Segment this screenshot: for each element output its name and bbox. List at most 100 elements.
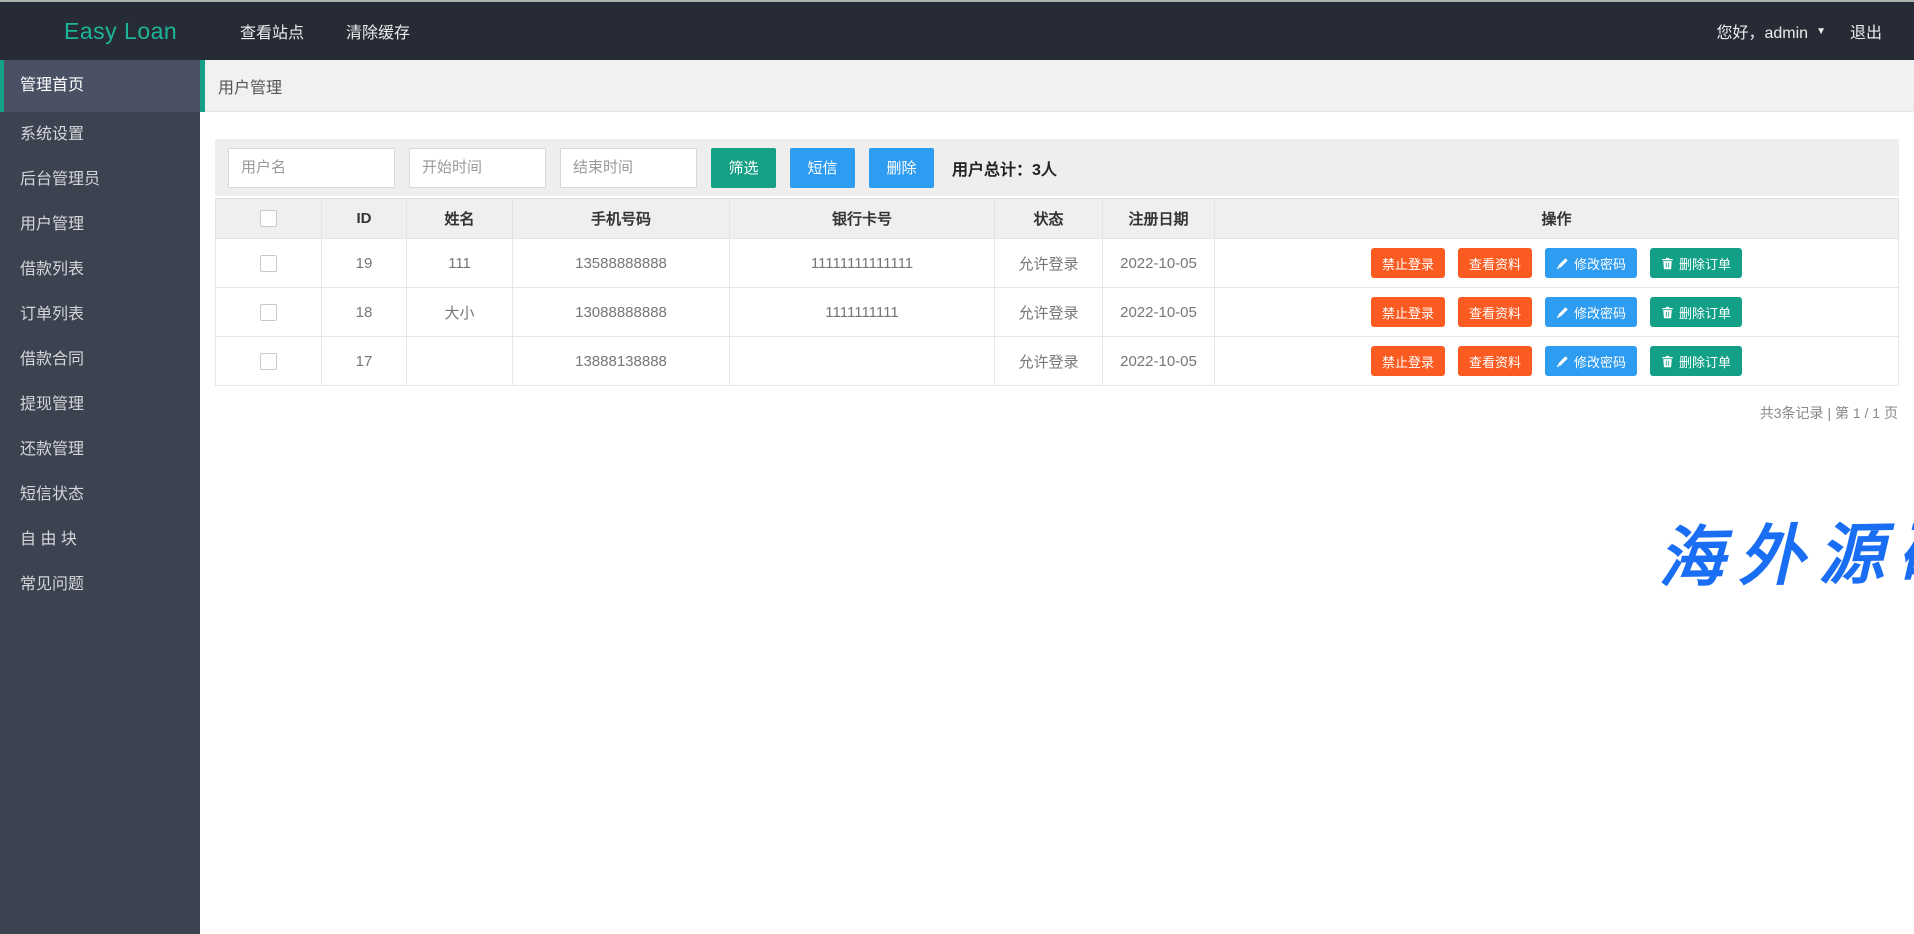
- change-password-button[interactable]: 修改密码: [1545, 346, 1637, 376]
- action-button-label: 删除订单: [1679, 352, 1731, 371]
- row-name-cell: [407, 337, 513, 386]
- row-date-cell: 2022-10-05: [1103, 337, 1215, 386]
- pencil-icon: [1556, 257, 1569, 270]
- sidebar-item-9[interactable]: 短信状态: [0, 472, 200, 517]
- sidebar-item-2[interactable]: 后台管理员: [0, 157, 200, 202]
- action-button-label: 查看资料: [1469, 303, 1521, 322]
- logo-zone: Easy Loan: [0, 18, 200, 45]
- row-id-cell: 19: [322, 239, 407, 288]
- row-checkbox[interactable]: [260, 304, 277, 321]
- row-phone-cell: 13088888888: [513, 288, 730, 337]
- username-input[interactable]: [228, 148, 395, 188]
- column-header-5: 注册日期: [1103, 199, 1215, 239]
- trash-icon: [1661, 306, 1674, 319]
- watermark-text: 海外源码: [1657, 499, 1914, 601]
- row-checkbox[interactable]: [260, 353, 277, 370]
- select-all-header-cell: [216, 199, 322, 239]
- table-header-row: ID姓名手机号码银行卡号状态注册日期操作: [216, 199, 1899, 239]
- row-bank-cell: 1111111111: [730, 288, 995, 337]
- row-actions: 禁止登录 查看资料 修改密码 删除订单: [1215, 248, 1898, 278]
- filter-button[interactable]: 筛选: [711, 148, 776, 188]
- view-profile-button[interactable]: 查看资料: [1458, 297, 1532, 327]
- pencil-icon: [1556, 355, 1569, 368]
- sms-button[interactable]: 短信: [790, 148, 855, 188]
- sidebar-item-11[interactable]: 常见问题: [0, 562, 200, 607]
- sidebar-item-8[interactable]: 还款管理: [0, 427, 200, 472]
- action-button-label: 禁止登录: [1382, 254, 1434, 273]
- action-button-label: 修改密码: [1574, 352, 1626, 371]
- delete-button[interactable]: 删除: [869, 148, 934, 188]
- row-date-cell: 2022-10-05: [1103, 288, 1215, 337]
- pencil-icon: [1556, 306, 1569, 319]
- trash-icon: [1661, 355, 1674, 368]
- action-button-label: 禁止登录: [1382, 303, 1434, 322]
- action-button-label: 修改密码: [1574, 254, 1626, 273]
- chevron-down-icon: ▼: [1816, 26, 1826, 37]
- start-time-input[interactable]: [409, 148, 546, 188]
- nav-link-view-site[interactable]: 查看站点: [240, 19, 304, 43]
- table-row: 17 13888138888 允许登录2022-10-05 禁止登录 查看资料 修改密码 删…: [216, 337, 1899, 386]
- row-status-cell: 允许登录: [995, 337, 1103, 386]
- column-header-4: 状态: [995, 199, 1103, 239]
- forbid-login-button[interactable]: 禁止登录: [1371, 346, 1445, 376]
- sidebar-nav: 管理首页系统设置后台管理员用户管理借款列表订单列表借款合同提现管理还款管理短信状…: [0, 60, 200, 934]
- sidebar-item-1[interactable]: 系统设置: [0, 112, 200, 157]
- row-select-cell: [216, 239, 322, 288]
- row-bank-cell: [730, 337, 995, 386]
- row-actions: 禁止登录 查看资料 修改密码 删除订单: [1215, 297, 1898, 327]
- view-profile-button[interactable]: 查看资料: [1458, 346, 1532, 376]
- row-id-cell: 18: [322, 288, 407, 337]
- trash-icon: [1661, 257, 1674, 270]
- navbar-right: 您好，admin ▼ 退出: [1716, 19, 1882, 43]
- top-navbar: Easy Loan 查看站点 清除缓存 您好，admin ▼ 退出: [0, 2, 1914, 60]
- row-bank-cell: 11111111111111: [730, 239, 995, 288]
- row-actions-cell: 禁止登录 查看资料 修改密码 删除订单: [1215, 288, 1899, 337]
- nav-links: 查看站点 清除缓存: [240, 19, 410, 43]
- user-menu[interactable]: 您好，admin ▼: [1716, 19, 1826, 43]
- user-table: ID姓名手机号码银行卡号状态注册日期操作 1911113588888888111…: [215, 198, 1899, 386]
- filter-toolbar: 筛选 短信 删除 用户总计：3人: [215, 139, 1899, 196]
- row-select-cell: [216, 288, 322, 337]
- delete-order-button[interactable]: 删除订单: [1650, 297, 1742, 327]
- change-password-button[interactable]: 修改密码: [1545, 297, 1637, 327]
- sidebar-item-4[interactable]: 借款列表: [0, 247, 200, 292]
- change-password-button[interactable]: 修改密码: [1545, 248, 1637, 278]
- nav-link-clear-cache[interactable]: 清除缓存: [346, 19, 410, 43]
- row-actions-cell: 禁止登录 查看资料 修改密码 删除订单: [1215, 337, 1899, 386]
- pagination-status: 共3条记录 | 第 1 / 1 页: [215, 403, 1899, 423]
- action-button-label: 修改密码: [1574, 303, 1626, 322]
- row-phone-cell: 13588888888: [513, 239, 730, 288]
- delete-order-button[interactable]: 删除订单: [1650, 346, 1742, 376]
- row-date-cell: 2022-10-05: [1103, 239, 1215, 288]
- sidebar-item-10[interactable]: 自 由 块: [0, 517, 200, 562]
- app-logo: Easy Loan: [64, 18, 177, 44]
- sidebar-item-5[interactable]: 订单列表: [0, 292, 200, 337]
- select-all-checkbox[interactable]: [260, 210, 277, 227]
- sidebar-item-6[interactable]: 借款合同: [0, 337, 200, 382]
- row-name-cell: 111: [407, 239, 513, 288]
- breadcrumb: 用户管理: [218, 74, 282, 98]
- row-phone-cell: 13888138888: [513, 337, 730, 386]
- end-time-input[interactable]: [560, 148, 697, 188]
- action-button-label: 删除订单: [1679, 303, 1731, 322]
- forbid-login-button[interactable]: 禁止登录: [1371, 297, 1445, 327]
- sidebar-item-3[interactable]: 用户管理: [0, 202, 200, 247]
- table-row: 18大小130888888881111111111允许登录2022-10-05禁…: [216, 288, 1899, 337]
- action-button-label: 查看资料: [1469, 352, 1521, 371]
- sidebar-item-0[interactable]: 管理首页: [0, 60, 200, 112]
- row-checkbox[interactable]: [260, 255, 277, 272]
- row-id-cell: 17: [322, 337, 407, 386]
- column-header-1: 姓名: [407, 199, 513, 239]
- action-button-label: 查看资料: [1469, 254, 1521, 273]
- forbid-login-button[interactable]: 禁止登录: [1371, 248, 1445, 278]
- sidebar-item-7[interactable]: 提现管理: [0, 382, 200, 427]
- user-greeting: 您好，admin: [1716, 19, 1808, 43]
- column-header-6: 操作: [1215, 199, 1899, 239]
- delete-order-button[interactable]: 删除订单: [1650, 248, 1742, 278]
- breadcrumb-bar: 用户管理: [200, 60, 1914, 112]
- row-status-cell: 允许登录: [995, 288, 1103, 337]
- view-profile-button[interactable]: 查看资料: [1458, 248, 1532, 278]
- logout-button[interactable]: 退出: [1850, 19, 1882, 43]
- action-button-label: 禁止登录: [1382, 352, 1434, 371]
- action-button-label: 删除订单: [1679, 254, 1731, 273]
